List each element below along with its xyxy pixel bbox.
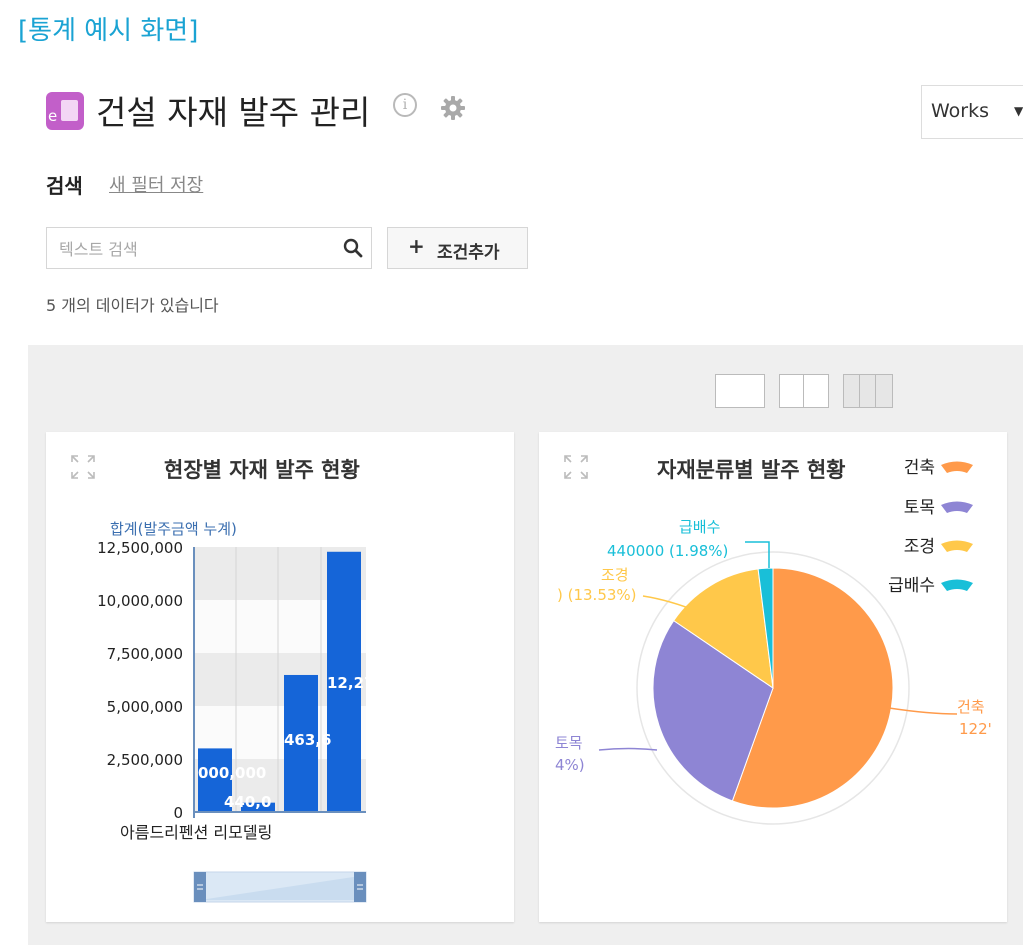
legend-label: 조경 bbox=[904, 537, 935, 557]
y-tick-label: 10,000,000 bbox=[97, 592, 183, 610]
data-label: 440,0 bbox=[224, 793, 271, 811]
layout-2-column-button[interactable] bbox=[779, 374, 829, 408]
app-icon: e bbox=[46, 92, 84, 130]
slice-value-label: 4%) bbox=[555, 756, 585, 774]
workspace-dropdown[interactable]: Works ▼ bbox=[921, 85, 1023, 139]
info-icon[interactable]: i bbox=[393, 93, 417, 117]
slice-value-label: ) (13.53%) bbox=[557, 586, 637, 604]
y-axis-label: 합계(발주금액 누계) bbox=[110, 520, 237, 538]
legend-swatch bbox=[941, 461, 973, 473]
leader-line bbox=[745, 541, 770, 568]
add-condition-label: 조건추가 bbox=[437, 243, 500, 263]
search-box bbox=[46, 227, 372, 269]
app-icon-letter: e bbox=[48, 107, 58, 125]
legend-label: 건축 bbox=[904, 458, 935, 478]
workspace-label: Works bbox=[931, 100, 990, 122]
search-label: 검색 bbox=[46, 174, 83, 198]
y-tick-label: 7,500,000 bbox=[107, 645, 183, 663]
save-filter-link[interactable]: 새 필터 저장 bbox=[109, 171, 203, 197]
y-tick-label: 12,500,000 bbox=[97, 539, 183, 557]
layout-1-column-button[interactable] bbox=[715, 374, 765, 408]
bar-chart: 합계(발주금액 누계)12,500,000 10,000,000 7,500,000… bbox=[97, 520, 401, 903]
leader-line bbox=[598, 747, 658, 751]
legend-swatch bbox=[941, 501, 973, 513]
result-count: 5 개의 데이터가 있습니다 bbox=[46, 296, 219, 315]
y-tick-label: 2,500,000 bbox=[107, 751, 183, 769]
slice-value-label: 440000 (1.98%) bbox=[607, 542, 728, 560]
search-input[interactable] bbox=[57, 234, 321, 264]
add-condition-button[interactable]: + 조건추가 bbox=[387, 227, 528, 269]
slider-handle[interactable] bbox=[194, 872, 206, 902]
page-caption: [통계 예시 화면] bbox=[18, 16, 199, 46]
slider-handle[interactable] bbox=[354, 872, 366, 902]
data-label: 000,000 bbox=[198, 764, 266, 782]
bar-chart-card: 현장별 자재 발주 현황 합계(발주금액 누계) 12,500,000 10,000… bbox=[46, 432, 514, 922]
y-tick-label: 5,000,000 bbox=[107, 698, 183, 716]
page-title: 건설 자재 발주 관리 bbox=[96, 93, 371, 132]
slice-value-label: 122' bbox=[959, 720, 992, 738]
legend-label: 급배수 bbox=[888, 576, 935, 596]
document-icon bbox=[61, 100, 78, 121]
slice-label: 토목 bbox=[555, 734, 583, 752]
search-icon[interactable] bbox=[342, 237, 364, 263]
y-tick-label: 0 bbox=[173, 804, 183, 822]
x-tick-label: 아름드리펜션 리모델링 bbox=[120, 823, 272, 842]
chevron-down-icon: ▼ bbox=[1014, 104, 1023, 118]
layout-3-column-button[interactable] bbox=[843, 374, 893, 408]
slice-label: 조경 bbox=[601, 566, 629, 584]
slice-label: 건축 bbox=[957, 698, 985, 716]
pie-chart: 건축 122' 토목 4%) 조경 ) (13.53%) 급배수 440000 (1.98%)… bbox=[555, 458, 992, 825]
data-label: 12,275,0 bbox=[327, 674, 401, 692]
leader-line bbox=[888, 707, 958, 715]
legend-swatch bbox=[941, 579, 973, 591]
range-slider bbox=[193, 871, 367, 903]
pie-chart-card: 자재분류별 발주 현황 건축 122' 토목 4%) 조경) (13.53%) 급배수 44… bbox=[539, 432, 1007, 922]
gear-icon[interactable] bbox=[439, 94, 467, 126]
data-label: 463,6 bbox=[284, 731, 331, 749]
plus-icon: + bbox=[408, 234, 425, 258]
slice-label: 급배수 bbox=[679, 518, 720, 536]
legend-label: 토목 bbox=[904, 498, 935, 518]
legend-swatch bbox=[941, 540, 973, 552]
